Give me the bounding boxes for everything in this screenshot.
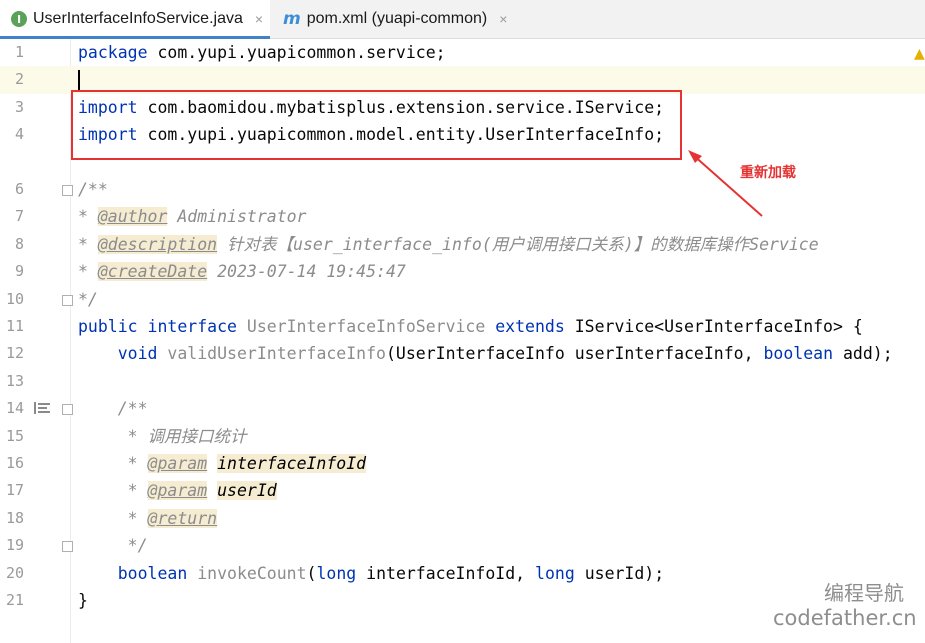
fold-marker-icon[interactable] bbox=[62, 185, 73, 196]
line-number: 17 bbox=[5, 481, 24, 500]
code-text: /** bbox=[78, 180, 108, 199]
code-line: 1 package com.yupi.yuapicommon.service; bbox=[0, 39, 925, 66]
line-number: 20 bbox=[5, 563, 24, 582]
code-text: * 调用接口统计 bbox=[127, 426, 247, 446]
code-text: * @param userId bbox=[127, 481, 277, 501]
code-text: package com.yupi.yuapicommon.service; bbox=[78, 43, 446, 62]
code-text: */ bbox=[78, 289, 98, 309]
code-line: 20 boolean invokeCount(long interfaceInf… bbox=[0, 560, 925, 587]
code-text: } bbox=[78, 591, 88, 610]
line-number: 6 bbox=[14, 180, 24, 198]
line-number: 4 bbox=[14, 125, 24, 144]
fold-marker-icon[interactable] bbox=[62, 404, 73, 416]
code-line: 16 * @param interfaceInfoId bbox=[0, 450, 925, 477]
code-line: 7 * @author Administrator bbox=[0, 203, 925, 230]
code-line: 14 /** bbox=[0, 395, 925, 422]
code-line: 18 * @return bbox=[0, 505, 925, 532]
render-doc-icon[interactable] bbox=[34, 402, 50, 415]
code-line: 11 public interface UserInterfaceInfoSer… bbox=[0, 313, 925, 340]
tab-label: UserInterfaceInfoService.java bbox=[33, 10, 243, 27]
line-number: 3 bbox=[14, 97, 24, 116]
line-number: 21 bbox=[5, 591, 24, 609]
watermark-line2: codefather.cn bbox=[773, 606, 917, 630]
fold-marker-icon[interactable] bbox=[62, 541, 73, 553]
maven-icon: m bbox=[283, 9, 301, 29]
code-text: void validUserInterfaceInfo(UserInterfac… bbox=[117, 344, 893, 364]
line-number: 18 bbox=[5, 508, 24, 527]
code-line: 10 */ bbox=[0, 286, 925, 313]
editor-tab-bar: I UserInterfaceInfoService.java × m pom.… bbox=[0, 0, 925, 39]
code-text: * @return bbox=[127, 508, 218, 528]
line-number: 10 bbox=[5, 289, 24, 308]
line-number: 15 bbox=[5, 426, 24, 445]
code-text: */ bbox=[127, 536, 148, 556]
line-number: 14 bbox=[5, 399, 24, 418]
line-number: 8 bbox=[14, 234, 24, 253]
code-text: /** bbox=[117, 399, 148, 419]
code-text: * @createDate 2023-07-14 19:45:47 bbox=[78, 262, 406, 282]
code-text: * @param interfaceInfoId bbox=[127, 454, 367, 473]
fold-marker-icon[interactable] bbox=[62, 294, 73, 306]
code-line: 12 void validUserInterfaceInfo(UserInter… bbox=[0, 340, 925, 367]
code-line: 15 * 调用接口统计 bbox=[0, 423, 925, 450]
code-line: 19 */ bbox=[0, 532, 925, 559]
watermark-line1: 编程导航 bbox=[824, 581, 904, 605]
tab-userinterfaceinfoservice-java[interactable]: I UserInterfaceInfoService.java × bbox=[0, 0, 270, 39]
close-icon[interactable]: × bbox=[255, 11, 263, 27]
code-line: 13 bbox=[0, 368, 925, 395]
line-number: 12 bbox=[5, 344, 24, 363]
import-highlight-box bbox=[71, 90, 682, 160]
line-number: 19 bbox=[5, 536, 24, 555]
code-text: public interface UserInterfaceInfoServic… bbox=[78, 317, 863, 336]
code-text: * @author Administrator bbox=[78, 207, 307, 227]
line-number: 9 bbox=[14, 262, 24, 281]
tab-label: pom.xml (yuapi-common) bbox=[306, 10, 488, 27]
line-number: 7 bbox=[14, 207, 24, 226]
tab-pom-xml[interactable]: m pom.xml (yuapi-common) × bbox=[272, 0, 524, 38]
annotation-arrow bbox=[688, 150, 763, 217]
code-line: 8 * @description 针对表【user_interface_info… bbox=[0, 231, 925, 258]
line-number: 16 bbox=[5, 454, 24, 472]
close-icon[interactable]: × bbox=[499, 11, 507, 27]
text-caret bbox=[78, 70, 80, 91]
code-text: boolean invokeCount(long interfaceInfoId… bbox=[117, 563, 665, 583]
line-number: 1 bbox=[14, 43, 24, 61]
java-interface-icon: I bbox=[11, 11, 27, 27]
line-number: 11 bbox=[5, 317, 24, 335]
warning-icon[interactable]: ▲ bbox=[914, 46, 925, 62]
code-line: 9 * @createDate 2023-07-14 19:45:47 bbox=[0, 258, 925, 285]
code-text: * @description 针对表【user_interface_info(用… bbox=[78, 234, 819, 254]
line-number: 13 bbox=[5, 371, 24, 390]
annotation-label: 重新加载 bbox=[740, 165, 796, 181]
code-line: 17 * @param userId bbox=[0, 477, 925, 504]
line-number: 2 bbox=[14, 70, 24, 89]
